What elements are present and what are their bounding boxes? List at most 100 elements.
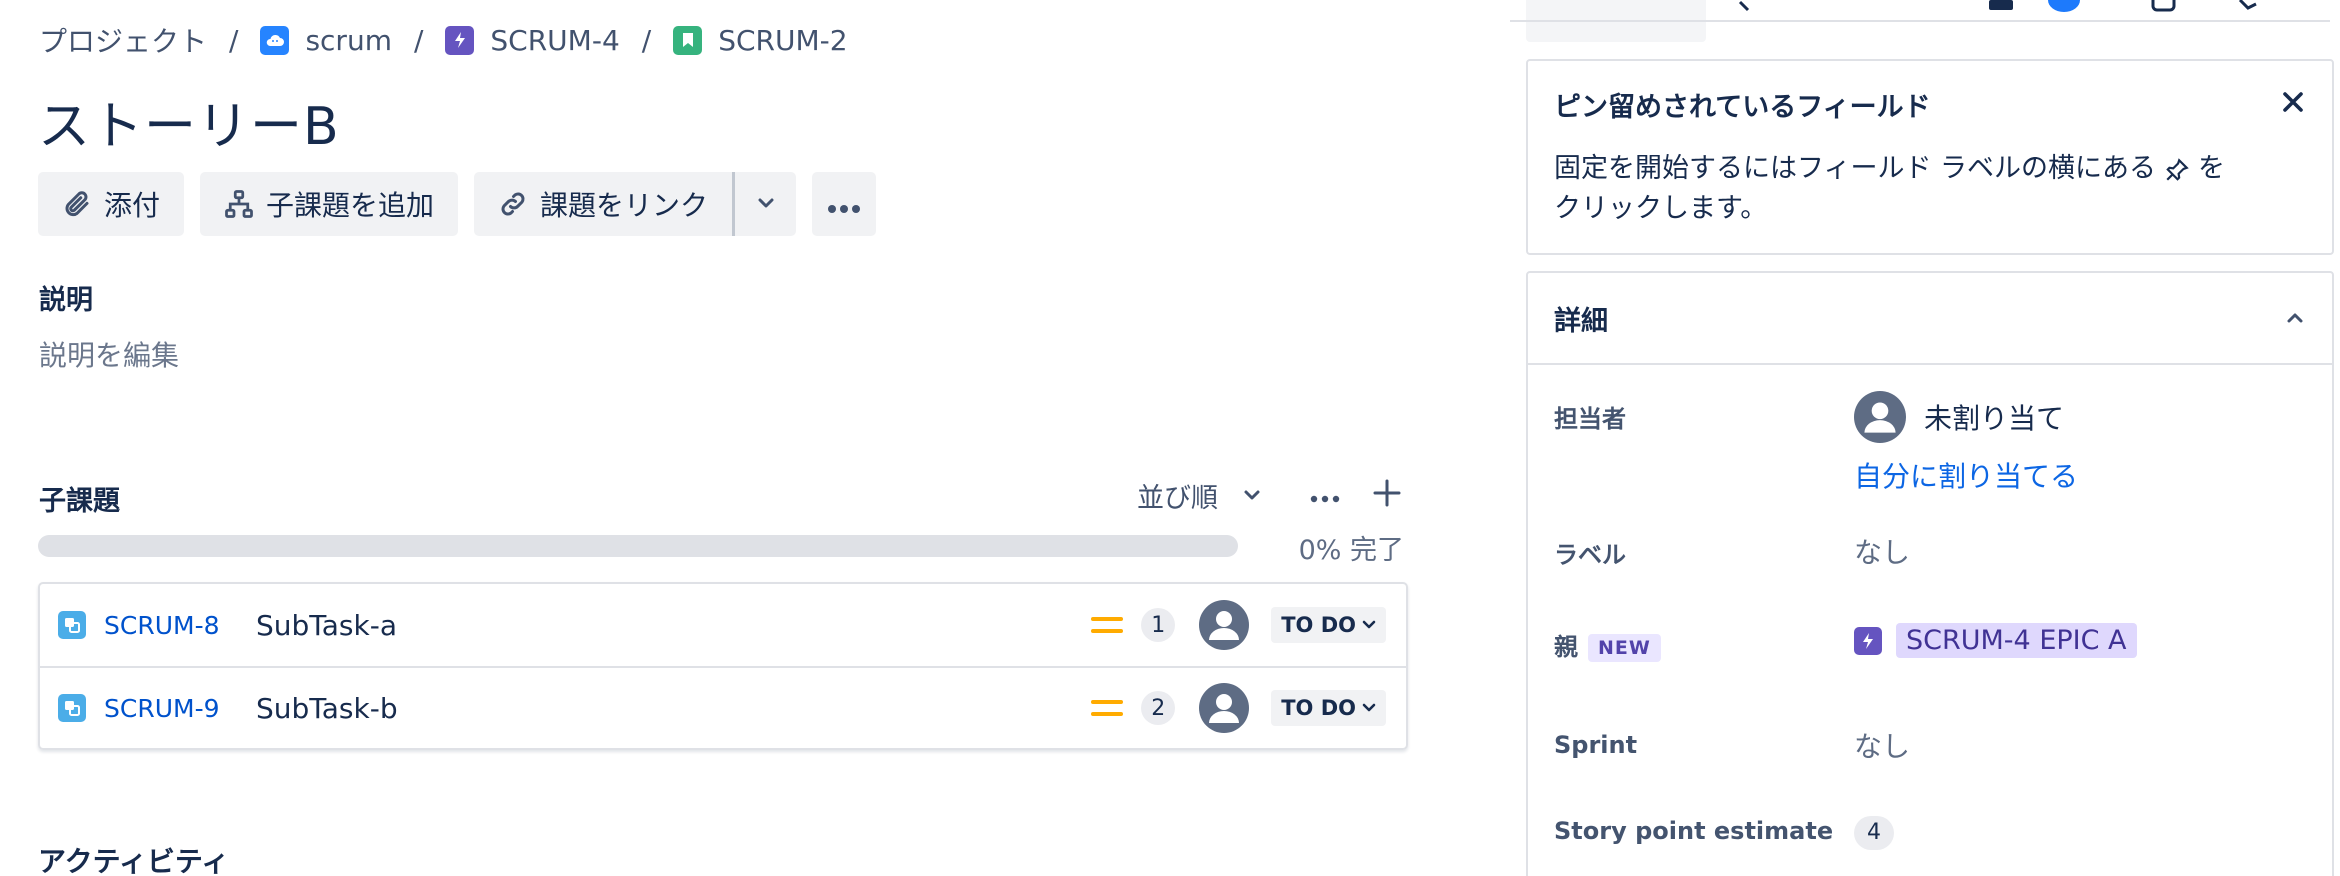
link-icon bbox=[498, 189, 528, 219]
priority-medium-icon bbox=[1091, 617, 1124, 633]
attach-label: 添付 bbox=[104, 189, 161, 222]
subtask-icon bbox=[58, 611, 86, 639]
child-issue-row[interactable]: SCRUM-8 SubTask-a 1 TO DO bbox=[40, 584, 1406, 666]
sprint-value[interactable]: なし bbox=[1854, 725, 1910, 765]
activity-heading: アクティビティ bbox=[38, 845, 230, 876]
hierarchy-icon bbox=[224, 189, 254, 219]
child-issues-heading: 子課題 bbox=[39, 486, 120, 517]
assignee-value[interactable]: 未割り当て bbox=[1854, 391, 2064, 443]
story-points-badge: 1 bbox=[1141, 608, 1176, 642]
story-points-chip: 4 bbox=[1854, 815, 1894, 850]
details-header[interactable]: 詳細 bbox=[1528, 273, 2332, 365]
chevron-down-icon bbox=[1362, 620, 1376, 630]
details-heading: 詳細 bbox=[1554, 305, 1608, 337]
child-issues-controls: 並び順 bbox=[1137, 475, 1402, 515]
top-action-strip bbox=[1510, 0, 2330, 42]
assignee-label: 担当者 bbox=[1554, 405, 1626, 433]
status-label: TO DO bbox=[1281, 696, 1356, 720]
breadcrumb-separator: / bbox=[229, 23, 239, 57]
assignee-avatar-icon[interactable] bbox=[1199, 683, 1250, 733]
parent-label-text: 親 bbox=[1554, 633, 1578, 661]
paperclip-icon bbox=[62, 189, 92, 219]
more-horizontal-icon bbox=[826, 187, 862, 222]
labels-label: ラベル bbox=[1554, 541, 1626, 569]
pin-icon bbox=[2164, 157, 2190, 183]
chevron-down-icon bbox=[1362, 703, 1376, 713]
chevron-up-icon[interactable] bbox=[2284, 311, 2306, 325]
priority-medium-icon bbox=[1091, 700, 1124, 716]
attach-button[interactable]: 添付 bbox=[38, 172, 185, 236]
issue-title[interactable]: ストーリーB bbox=[38, 84, 340, 159]
story-points-value[interactable]: 4 bbox=[1854, 813, 1894, 850]
description-heading: 説明 bbox=[39, 285, 93, 316]
pinned-hint-text-tail: を bbox=[2198, 153, 2226, 184]
sort-dropdown[interactable]: 並び順 bbox=[1137, 476, 1262, 515]
parent-label: 親 NEW bbox=[1554, 627, 1661, 662]
status-dropdown[interactable]: TO DO bbox=[1271, 690, 1386, 726]
more-actions-button[interactable] bbox=[812, 172, 877, 236]
breadcrumb-epic-label: SCRUM-4 bbox=[490, 23, 620, 57]
assign-to-me-link[interactable]: 自分に割り当てる bbox=[1854, 455, 2078, 495]
share-icon[interactable] bbox=[2150, 0, 2176, 12]
status-dropdown[interactable]: TO DO bbox=[1271, 607, 1386, 643]
settings-icon[interactable] bbox=[2238, 0, 2260, 12]
pinned-hint-text-line2: クリックします。 bbox=[1554, 193, 1768, 224]
pinned-hint-text: 固定を開始するにはフィールド ラベルの横にある bbox=[1554, 153, 2157, 184]
breadcrumb-separator: / bbox=[641, 23, 652, 57]
child-issue-key[interactable]: SCRUM-8 bbox=[104, 611, 256, 640]
details-panel: 詳細 担当者 未割り当て 自分に割り当てる ラベル なし 親 NEW SCRUM-… bbox=[1526, 271, 2334, 876]
breadcrumb-issue[interactable]: SCRUM-2 bbox=[673, 23, 848, 57]
breadcrumb-projects[interactable]: プロジェクト bbox=[39, 20, 207, 60]
watchers-icon[interactable] bbox=[2046, 0, 2082, 12]
link-issue-label: 課題をリンク bbox=[540, 189, 709, 222]
subtask-icon bbox=[58, 694, 86, 722]
pinned-fields-panel: ピン留めされているフィールド 固定を開始するにはフィールド ラベルの横にある を … bbox=[1526, 59, 2334, 255]
add-child-issue-button[interactable]: 子課題を追加 bbox=[200, 172, 459, 236]
new-badge: NEW bbox=[1588, 634, 1661, 662]
child-issues-more-icon[interactable] bbox=[1310, 480, 1340, 510]
parent-value[interactable]: SCRUM-4 EPIC A bbox=[1854, 623, 2137, 658]
story-bookmark-icon bbox=[673, 25, 703, 55]
epic-lightning-icon bbox=[1854, 626, 1882, 655]
sprint-label: Sprint bbox=[1554, 731, 1638, 759]
assignee-name: 未割り当て bbox=[1924, 402, 2065, 435]
link-issue-split-button: 課題をリンク bbox=[474, 172, 797, 236]
chevron-down-icon bbox=[1242, 488, 1262, 502]
child-issues-progress-bar bbox=[38, 535, 1238, 557]
status-label: TO DO bbox=[1281, 613, 1356, 637]
link-issue-dropdown[interactable] bbox=[732, 172, 797, 236]
progress-label: 0% 完了 bbox=[1298, 535, 1404, 566]
unassigned-avatar-icon bbox=[1854, 391, 1906, 443]
story-points-badge: 2 bbox=[1141, 691, 1176, 725]
lock-icon[interactable] bbox=[1988, 0, 2014, 12]
add-child-plus-icon[interactable] bbox=[1372, 475, 1402, 515]
divider bbox=[1510, 20, 2330, 22]
link-issue-button[interactable]: 課題をリンク bbox=[474, 172, 733, 236]
pinned-fields-hint: 固定を開始するにはフィールド ラベルの横にある を クリックします。 bbox=[1554, 149, 2314, 229]
breadcrumb-issue-label: SCRUM-2 bbox=[718, 23, 848, 57]
child-issue-key[interactable]: SCRUM-9 bbox=[104, 694, 256, 723]
child-issue-row[interactable]: SCRUM-9 SubTask-b 2 TO DO bbox=[40, 666, 1406, 748]
assignee-avatar-icon[interactable] bbox=[1199, 600, 1250, 650]
close-icon[interactable] bbox=[2280, 87, 2306, 121]
issue-toolbar: 添付 子課題を追加 課題をリンク bbox=[38, 172, 877, 236]
child-issues-list: SCRUM-8 SubTask-a 1 TO DO SCRUM-9 SubTas… bbox=[38, 582, 1408, 750]
chevron-down-icon bbox=[756, 195, 776, 214]
description-editor[interactable]: 説明を編集 bbox=[39, 334, 179, 374]
breadcrumb-epic[interactable]: SCRUM-4 bbox=[445, 23, 620, 57]
epic-lightning-icon bbox=[445, 25, 475, 55]
child-issue-summary[interactable]: SubTask-a bbox=[256, 609, 1091, 642]
add-child-label: 子課題を追加 bbox=[266, 189, 435, 222]
parent-epic-chip: SCRUM-4 EPIC A bbox=[1896, 623, 2137, 658]
labels-value[interactable]: なし bbox=[1854, 531, 1910, 571]
pinned-fields-title: ピン留めされているフィールド bbox=[1554, 92, 1931, 123]
breadcrumb: プロジェクト / scrum / SCRUM-4 / SCRUM-2 bbox=[39, 20, 848, 60]
breadcrumb-project-label: scrum bbox=[305, 23, 392, 57]
sort-label: 並び順 bbox=[1137, 482, 1218, 514]
child-issue-summary[interactable]: SubTask-b bbox=[256, 692, 1091, 725]
chevron-fragment-icon bbox=[1738, 0, 1750, 12]
breadcrumb-separator: / bbox=[413, 23, 424, 57]
story-points-label: Story point estimate bbox=[1554, 817, 1834, 845]
project-cloud-icon bbox=[260, 25, 290, 55]
breadcrumb-project[interactable]: scrum bbox=[260, 24, 392, 57]
